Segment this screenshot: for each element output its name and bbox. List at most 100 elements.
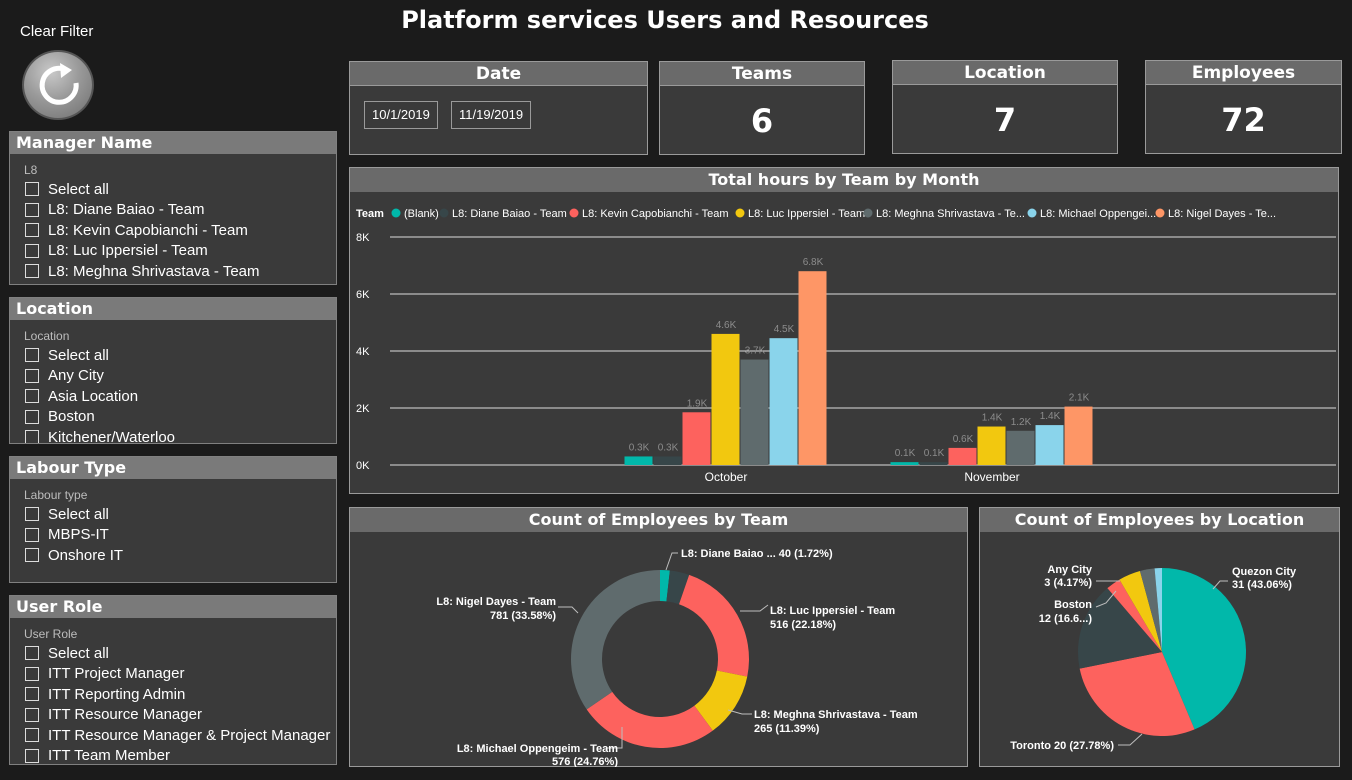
bar[interactable]	[948, 447, 977, 465]
user-role-option[interactable]: ITT Team Member	[10, 746, 336, 765]
option-label: Select all	[48, 346, 109, 364]
bar[interactable]	[769, 338, 798, 465]
bar[interactable]	[624, 456, 653, 465]
bar[interactable]	[798, 271, 827, 465]
legend-item: L8: Diane Baiao - Team	[452, 208, 567, 220]
checkbox[interactable]	[25, 368, 39, 383]
option-label: ITT Team Member	[48, 747, 170, 765]
checkbox[interactable]	[25, 728, 39, 743]
bar[interactable]	[890, 462, 919, 465]
checkbox[interactable]	[25, 527, 39, 542]
checkbox[interactable]	[25, 430, 39, 443]
pie-slice[interactable]	[571, 570, 660, 710]
data-label: L8: Nigel Dayes - Team	[436, 596, 556, 608]
y-tick-label: 2K	[356, 403, 370, 415]
start-date-input[interactable]: 10/1/2019	[364, 101, 438, 129]
checkbox[interactable]	[25, 243, 39, 258]
legend-swatch	[391, 208, 401, 218]
date-range-card: Date 10/1/2019 11/19/2019	[349, 61, 648, 155]
user-role-option[interactable]: Select all	[10, 643, 336, 664]
date-title: Date	[350, 62, 647, 86]
bar[interactable]	[682, 412, 711, 465]
checkbox[interactable]	[25, 707, 39, 722]
slicer-title: Manager Name	[10, 132, 336, 154]
bar-data-label: 0.3K	[629, 442, 650, 453]
manager-option[interactable]: L8: Diane Baiao - Team	[10, 200, 336, 221]
y-tick-label: 8K	[356, 232, 370, 244]
y-tick-label: 4K	[356, 346, 370, 358]
checkbox[interactable]	[25, 748, 39, 763]
option-label: L8: Luc Ippersiel - Team	[48, 242, 208, 260]
employees-team-donut: L8: Diane Baiao ... 40 (1.72%) L8: Luc Ip…	[436, 548, 918, 767]
page-title: Platform services Users and Resources	[401, 6, 929, 34]
bar[interactable]	[1064, 406, 1093, 465]
manager-option[interactable]: L8: Luc Ippersiel - Team	[10, 241, 336, 262]
labour-type-option[interactable]: Onshore IT	[10, 545, 336, 566]
manager-option[interactable]: Select all	[10, 179, 336, 200]
user-role-option[interactable]: ITT Resource Manager	[10, 705, 336, 726]
bar-data-label: 1.4K	[1040, 411, 1061, 422]
data-label: 576 (24.76%)	[552, 756, 618, 767]
kpi-value: 72	[1221, 101, 1266, 139]
pie-slice[interactable]	[679, 574, 749, 677]
option-label: L8: Meghna Shrivastava - Team	[48, 262, 260, 280]
checkbox[interactable]	[25, 409, 39, 424]
legend-swatch	[735, 208, 745, 218]
bar[interactable]	[740, 359, 769, 465]
kpi-value: 6	[750, 102, 774, 140]
bar[interactable]	[711, 333, 740, 465]
bar-data-label: 1.4K	[982, 413, 1003, 424]
bar-data-label: 0.1K	[924, 448, 945, 459]
data-label: L8: Meghna Shrivastava - Team	[754, 709, 918, 721]
checkbox[interactable]	[25, 348, 39, 363]
legend-swatch	[569, 208, 579, 218]
kpi-value: 7	[993, 101, 1017, 139]
legend-item: L8: Kevin Capobianchi - Team	[582, 208, 729, 220]
y-tick-label: 0K	[356, 460, 370, 472]
bar[interactable]	[1006, 430, 1035, 465]
user-role-option[interactable]: ITT Reporting Admin	[10, 684, 336, 705]
checkbox[interactable]	[25, 666, 39, 681]
checkbox[interactable]	[25, 389, 39, 404]
checkbox[interactable]	[25, 507, 39, 522]
data-label: 12 (16.6...)	[1039, 613, 1093, 625]
checkbox[interactable]	[25, 202, 39, 217]
employees-by-team-panel: Count of Employees by Team L8: Diane Bai…	[349, 507, 968, 767]
data-label: Any City	[1047, 564, 1093, 576]
user-role-slicer: User Role User Role Select all ITT Projec…	[9, 595, 337, 765]
location-option[interactable]: Kitchener/Waterloo	[10, 427, 336, 443]
option-label: ITT Resource Manager & Project Manager	[48, 726, 331, 744]
checkbox[interactable]	[25, 223, 39, 238]
checkbox[interactable]	[25, 687, 39, 702]
bar[interactable]	[653, 456, 682, 465]
user-role-option[interactable]: ITT Resource Manager & Project Manager	[10, 725, 336, 746]
data-label: L8: Luc Ippersiel - Team	[770, 605, 895, 617]
location-option[interactable]: Asia Location	[10, 386, 336, 407]
clear-filter-button[interactable]	[22, 50, 94, 120]
location-option[interactable]: Any City	[10, 366, 336, 387]
legend-swatch	[1027, 208, 1037, 218]
y-tick-label: 6K	[356, 289, 370, 301]
legend-item: L8: Luc Ippersiel - Team	[748, 208, 865, 220]
end-date-input[interactable]: 11/19/2019	[451, 101, 532, 129]
bar[interactable]	[977, 426, 1006, 465]
pie-slice[interactable]	[586, 691, 713, 748]
manager-option[interactable]: L8: Meghna Shrivastava - Team	[10, 261, 336, 282]
option-label: Boston	[48, 408, 95, 426]
labour-type-option[interactable]: Select all	[10, 504, 336, 525]
bar[interactable]	[1035, 425, 1064, 465]
checkbox[interactable]	[25, 264, 39, 279]
location-option[interactable]: Select all	[10, 345, 336, 366]
checkbox[interactable]	[25, 182, 39, 197]
manager-option[interactable]: L8: Kevin Capobianchi - Team	[10, 220, 336, 241]
bar[interactable]	[919, 462, 948, 465]
checkbox[interactable]	[25, 646, 39, 661]
employees-kpi-card: Employees 72	[1145, 60, 1342, 154]
location-option[interactable]: Boston	[10, 407, 336, 428]
option-label: Onshore IT	[48, 546, 124, 564]
clear-filter-label: Clear Filter	[20, 23, 94, 40]
user-role-option[interactable]: ITT Project Manager	[10, 664, 336, 685]
labour-type-option[interactable]: MBPS-IT	[10, 525, 336, 546]
legend-title: Team	[356, 208, 384, 220]
checkbox[interactable]	[25, 548, 39, 563]
